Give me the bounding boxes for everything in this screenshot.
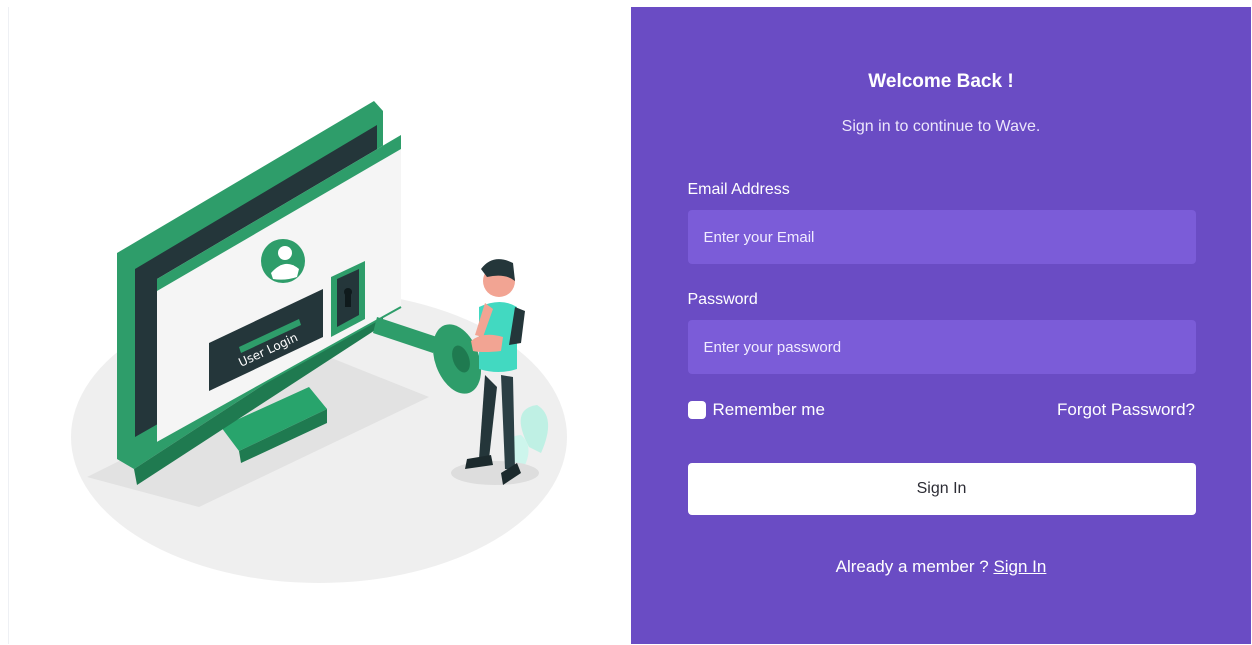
password-label: Password xyxy=(687,291,758,308)
member-text: Already a member ? xyxy=(835,557,989,576)
login-page: User Login Welcome Back ! Sign in to con… xyxy=(0,0,1252,645)
remember-me[interactable]: Remember me xyxy=(687,400,825,420)
email-input[interactable] xyxy=(687,210,1196,264)
password-input[interactable] xyxy=(687,320,1196,374)
member-prompt: Already a member ? Sign In xyxy=(631,557,1252,577)
remember-label: Remember me xyxy=(712,400,825,419)
remember-checkbox[interactable] xyxy=(687,401,706,419)
signin-panel: Welcome Back ! Sign in to continue to Wa… xyxy=(630,7,1252,644)
email-label: Email Address xyxy=(687,181,790,198)
forgot-password-link[interactable]: Forgot Password? xyxy=(1057,400,1195,420)
login-card: User Login Welcome Back ! Sign in to con… xyxy=(8,7,1251,644)
illustration-panel: User Login xyxy=(9,7,631,644)
welcome-title: Welcome Back ! xyxy=(868,71,1014,92)
login-illustration: User Login xyxy=(71,101,567,583)
member-sign-in-link[interactable]: Sign In xyxy=(993,557,1046,576)
welcome-subtitle: Sign in to continue to Wave. xyxy=(841,118,1041,135)
sign-in-button[interactable]: Sign In xyxy=(687,463,1196,515)
